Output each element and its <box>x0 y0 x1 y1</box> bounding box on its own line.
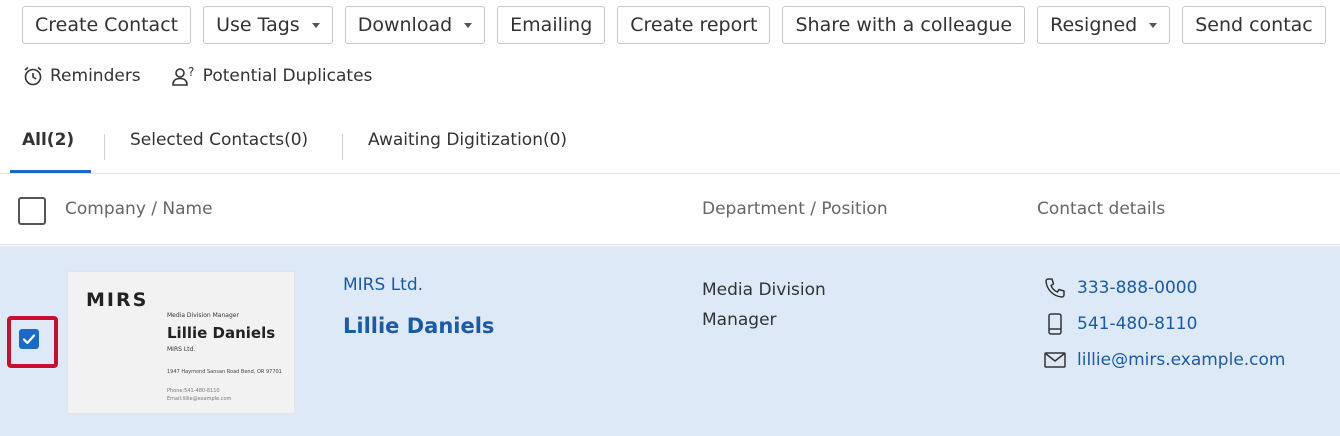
reminders-label: Reminders <box>50 66 141 86</box>
potential-duplicates-link[interactable]: ? Potential Duplicates <box>171 65 373 87</box>
business-card-thumbnail[interactable]: MIRS Media Division Manager Lillie Danie… <box>67 271 295 414</box>
tab-awaiting-digitization[interactable]: Awaiting Digitization(0) <box>368 130 567 150</box>
card-company: MIRS Ltd. <box>167 346 196 353</box>
tab-selected-label: Selected Contacts(0) <box>130 130 309 150</box>
table-row[interactable]: MIRS Media Division Manager Lillie Danie… <box>0 246 1340 436</box>
share-with-colleague-button[interactable]: Share with a colleague <box>782 6 1026 44</box>
card-phone: Phone:541-480-8110 <box>167 388 220 394</box>
contact-name-link[interactable]: Lillie Daniels <box>343 314 494 338</box>
create-report-label: Create report <box>630 14 758 36</box>
svg-text:?: ? <box>188 65 194 79</box>
use-tags-label: Use Tags <box>216 14 300 36</box>
download-label: Download <box>357 14 453 36</box>
emailing-label: Emailing <box>510 14 593 36</box>
secondary-toolbar: Reminders ? Potential Duplicates <box>22 62 372 90</box>
mobile-contact[interactable]: 541-480-8110 <box>1043 312 1197 336</box>
toolbar: Create Contact Use Tags Download Emailin… <box>22 6 1326 44</box>
column-header-company-name[interactable]: Company / Name <box>65 199 213 219</box>
card-email: Email:lillie@example.com <box>167 396 232 402</box>
caret-down-icon <box>1149 22 1158 28</box>
resigned-label: Resigned <box>1050 14 1138 36</box>
create-contact-label: Create Contact <box>35 14 179 36</box>
active-tab-indicator <box>10 170 91 173</box>
checkbox-highlight <box>7 316 58 368</box>
tab-awaiting-label: Awaiting Digitization(0) <box>368 130 568 150</box>
card-name: Lillie Daniels <box>167 324 276 342</box>
reminders-link[interactable]: Reminders <box>22 65 141 87</box>
send-contact-button[interactable]: Send contac <box>1182 6 1326 44</box>
mobile-number: 541-480-8110 <box>1077 314 1198 334</box>
caret-down-icon <box>311 22 320 28</box>
tab-divider <box>104 134 105 160</box>
table-header: Company / Name Department / Position Con… <box>0 175 1340 245</box>
emailing-button[interactable]: Emailing <box>497 6 606 44</box>
phone-contact[interactable]: 333-888-0000 <box>1043 276 1197 300</box>
column-header-department[interactable]: Department / Position <box>702 199 888 219</box>
create-report-button[interactable]: Create report <box>617 6 771 44</box>
caret-down-icon <box>464 22 473 28</box>
select-all-checkbox[interactable] <box>18 197 46 225</box>
envelope-icon <box>1043 348 1067 372</box>
phone-icon <box>1043 276 1067 300</box>
use-tags-dropdown[interactable]: Use Tags <box>203 6 333 44</box>
create-contact-button[interactable]: Create Contact <box>22 6 192 44</box>
row-checkbox[interactable] <box>19 329 39 349</box>
card-address: 1947 Haymond Sansan Road Bend, OR 97701 <box>167 369 282 375</box>
tab-selected-contacts[interactable]: Selected Contacts(0) <box>130 130 308 150</box>
potential-duplicates-label: Potential Duplicates <box>202 66 373 86</box>
tab-all-label: All(2) <box>22 130 75 150</box>
checkmark-icon <box>22 334 36 345</box>
email-address: lillie@mirs.example.com <box>1077 350 1286 370</box>
department-position: Media Division Manager <box>702 280 826 330</box>
card-logo: MIRS <box>86 289 149 311</box>
column-header-contact[interactable]: Contact details <box>1037 199 1165 219</box>
download-dropdown[interactable]: Download <box>344 6 486 44</box>
tab-divider <box>342 134 343 160</box>
share-label: Share with a colleague <box>795 14 1013 36</box>
resigned-dropdown[interactable]: Resigned <box>1037 6 1171 44</box>
tab-all[interactable]: All(2) <box>22 130 74 150</box>
phone-number: 333-888-0000 <box>1077 278 1198 298</box>
person-question-icon: ? <box>171 65 197 87</box>
email-contact[interactable]: lillie@mirs.example.com <box>1043 348 1286 372</box>
company-link[interactable]: MIRS Ltd. <box>343 275 423 295</box>
send-contact-label: Send contac <box>1195 14 1313 36</box>
alarm-clock-icon <box>22 65 44 87</box>
mobile-phone-icon <box>1043 312 1067 336</box>
contact-tabs: All(2) Selected Contacts(0) Awaiting Dig… <box>0 118 1340 174</box>
card-title: Media Division Manager <box>167 312 239 319</box>
